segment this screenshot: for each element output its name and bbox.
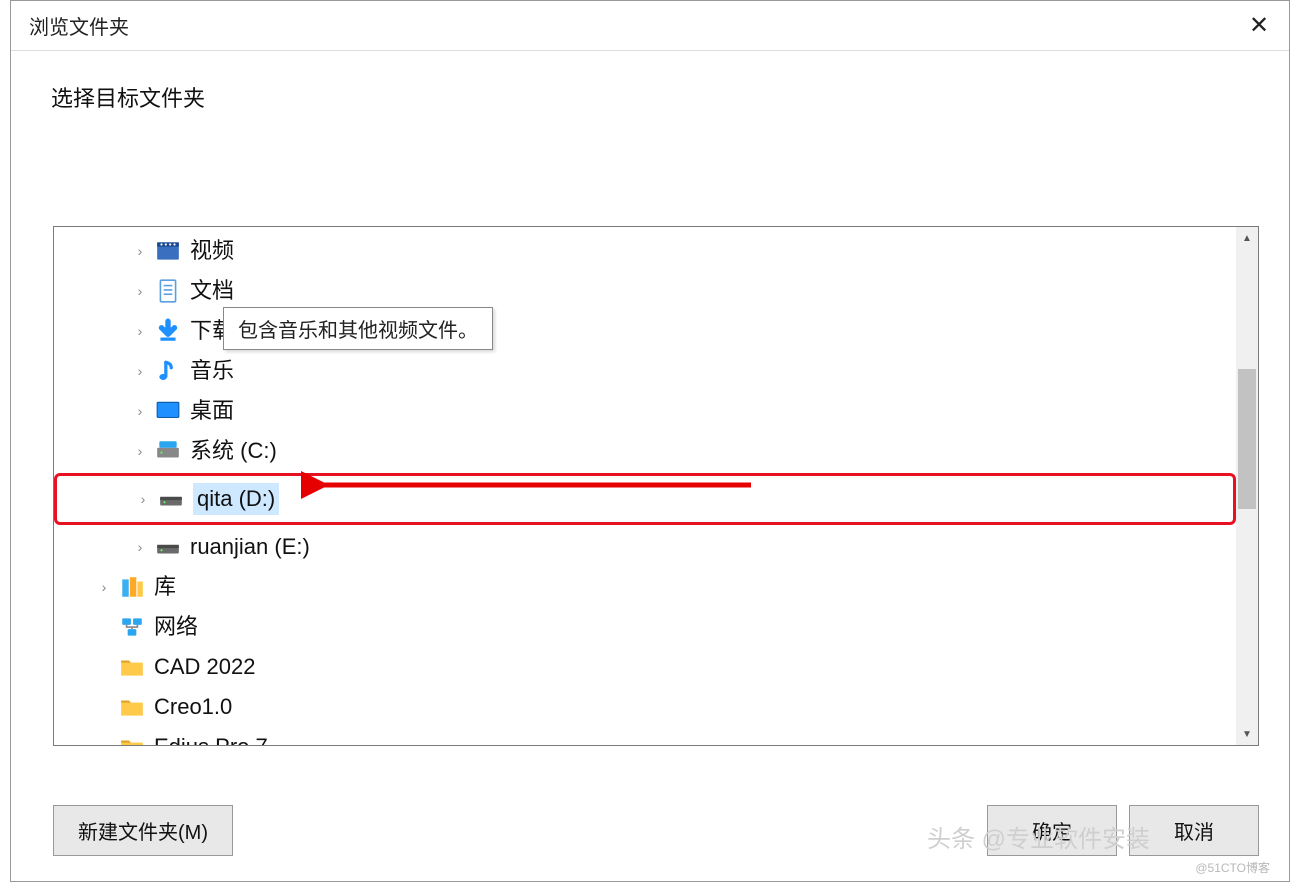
scrollbar-vertical[interactable]: ▲ ▼ [1236, 227, 1258, 745]
chevron-right-icon[interactable]: › [130, 443, 150, 459]
scrollbar-track[interactable] [1236, 249, 1258, 723]
network-icon [118, 613, 146, 641]
desktop-icon [154, 397, 182, 425]
folder-icon [118, 653, 146, 681]
tree-item-label: CAD 2022 [154, 651, 256, 683]
watermark-site: @51CTO博客 [1195, 859, 1270, 876]
tree-item[interactable]: › qita (D:) [54, 473, 1236, 525]
tree-item-label: Creo1.0 [154, 691, 232, 723]
tree-item[interactable]: ›Edius Pro 7 [54, 727, 1236, 745]
dialog-title: 浏览文件夹 [29, 11, 129, 40]
folder-icon [118, 733, 146, 745]
folder-tree-scroll[interactable]: ›视频›文档›下载›音乐›桌面›系统 (C:)›qita (D:)›ruanji… [54, 227, 1236, 745]
tree-item-label: 桌面 [190, 395, 234, 427]
tree-item[interactable]: ›库 [54, 567, 1236, 607]
scrollbar-thumb[interactable] [1238, 369, 1256, 509]
drive-icon [154, 533, 182, 561]
tree-item-label: 音乐 [190, 355, 234, 387]
chevron-right-icon[interactable]: › [130, 243, 150, 259]
video-icon [154, 237, 182, 265]
tree-item-label: 视频 [190, 235, 234, 267]
tree-item[interactable]: ›CAD 2022 [54, 647, 1236, 687]
tree-item[interactable]: › ruanjian (E:) [54, 527, 1236, 567]
chevron-right-icon[interactable]: › [130, 283, 150, 299]
folder-tree-container: ›视频›文档›下载›音乐›桌面›系统 (C:)›qita (D:)›ruanji… [53, 226, 1259, 746]
chevron-right-icon[interactable]: › [130, 323, 150, 339]
tree-item-label: 文档 [190, 275, 234, 307]
chevron-right-icon[interactable]: › [130, 403, 150, 419]
scroll-up-button[interactable]: ▲ [1236, 227, 1258, 249]
instruction-label: 选择目标文件夹 [11, 51, 1289, 113]
library-icon [118, 573, 146, 601]
close-icon: ✕ [1249, 11, 1269, 40]
browse-folder-dialog: 浏览文件夹 ✕ 选择目标文件夹 ›视频›文档›下载›音乐›桌面›系统 (C:)›… [10, 0, 1290, 882]
tree-item-label: ruanjian (E:) [190, 531, 310, 563]
download-icon [154, 317, 182, 345]
chevron-right-icon[interactable]: › [94, 579, 114, 595]
tooltip: 包含音乐和其他视频文件。 [223, 307, 493, 350]
chevron-right-icon[interactable]: › [133, 491, 153, 507]
tree-item-label: 系统 (C:) [190, 435, 277, 467]
chevron-right-icon[interactable]: › [130, 363, 150, 379]
folder-icon [118, 693, 146, 721]
close-button[interactable]: ✕ [1229, 1, 1289, 50]
tree-item[interactable]: › 桌面 [54, 391, 1236, 431]
new-folder-button[interactable]: 新建文件夹(M) [53, 805, 233, 856]
tree-item-label: Edius Pro 7 [154, 731, 268, 745]
document-icon [154, 277, 182, 305]
tree-item[interactable]: › 文档 [54, 271, 1236, 311]
titlebar: 浏览文件夹 ✕ [11, 1, 1289, 51]
folder-tree: ›视频›文档›下载›音乐›桌面›系统 (C:)›qita (D:)›ruanji… [54, 227, 1236, 745]
tree-item[interactable]: ›Creo1.0 [54, 687, 1236, 727]
scroll-down-button[interactable]: ▼ [1236, 723, 1258, 745]
tree-item-label: 网络 [154, 611, 198, 643]
chevron-right-icon[interactable]: › [130, 539, 150, 555]
watermark-author: 头条 @专业软件安装 [927, 819, 1150, 854]
music-icon [154, 357, 182, 385]
system-drive-icon [154, 437, 182, 465]
tree-item-label: 库 [154, 571, 176, 603]
tree-item[interactable]: › 视频 [54, 231, 1236, 271]
drive-icon [157, 485, 185, 513]
tree-item[interactable]: ›网络 [54, 607, 1236, 647]
tree-item-label: qita (D:) [193, 483, 279, 515]
tree-item[interactable]: › 系统 (C:) [54, 431, 1236, 471]
tree-item[interactable]: › 音乐 [54, 351, 1236, 391]
